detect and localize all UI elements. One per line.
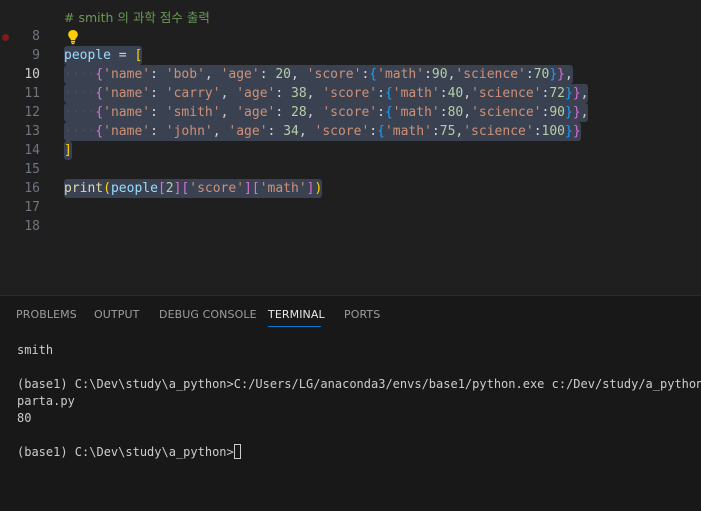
tab-terminal[interactable]: TERMINAL: [268, 308, 325, 321]
terminal-prompt: (base1) C:\Dev\study\a_python>: [17, 445, 234, 459]
string-token: 'age': [228, 124, 268, 139]
string-token: 'math': [377, 67, 425, 82]
bracket-token: ]: [64, 143, 72, 158]
string-token: 'name': [103, 105, 151, 120]
string-token: 'name': [103, 86, 151, 101]
number-token: 34: [283, 124, 299, 139]
bottom-panel: PROBLEMS OUTPUT DEBUG CONSOLE TERMINAL P…: [0, 295, 701, 511]
string-token: 'math': [392, 105, 440, 120]
string-token: 'age': [236, 105, 276, 120]
tab-problems[interactable]: PROBLEMS: [16, 308, 77, 321]
string-token: 'carry': [165, 86, 221, 101]
terminal-line: parta.py: [17, 394, 75, 408]
code-line-16[interactable]: 16: [0, 160, 701, 196]
code-line-9[interactable]: 9: [0, 27, 701, 63]
string-token: 'score': [322, 86, 378, 101]
line-number: 18: [24, 219, 40, 234]
terminal-cursor: [233, 444, 241, 459]
panel-tabs: PROBLEMS OUTPUT DEBUG CONSOLE TERMINAL P…: [0, 296, 701, 334]
string-token: 'smith': [165, 105, 221, 120]
string-token: 'math': [392, 86, 440, 101]
code-line-17[interactable]: 17 print(people[2]['score']['math']): [0, 179, 701, 215]
number-token: 20: [275, 67, 292, 82]
terminal-output[interactable]: smith (base1) C:\Dev\study\a_python>C:/U…: [17, 342, 701, 461]
code-line-11[interactable]: 11 ····{'name': 'bob', 'age': 20, 'score…: [0, 65, 701, 101]
code-line-8[interactable]: 8 # smith 의 과학 점수 출력: [0, 8, 701, 44]
number-token: 80: [447, 105, 464, 120]
number-token: 40: [447, 86, 464, 101]
string-token: 'age': [236, 86, 276, 101]
function-token: print: [64, 181, 104, 196]
terminal-line: 80: [17, 411, 32, 425]
string-token: 'score': [189, 181, 245, 196]
string-token: 'john': [165, 124, 213, 139]
operator-token: =: [110, 48, 135, 63]
string-token: 'math': [259, 181, 307, 196]
number-token: 2: [165, 181, 174, 196]
string-token: 'math': [384, 124, 432, 139]
lightbulb-icon[interactable]: [67, 29, 79, 45]
code-line-10[interactable]: 10 people = [: [0, 46, 701, 82]
bracket-token: [: [134, 48, 143, 63]
terminal-line: smith: [17, 343, 54, 357]
string-token: 'name': [103, 124, 151, 139]
code-line-13[interactable]: 13 ····{'name': 'smith', 'age': 28, 'sco…: [0, 103, 701, 139]
code-line-15[interactable]: 15 ]: [0, 141, 701, 177]
string-token: 'score': [314, 124, 370, 139]
variable-token: people: [64, 48, 111, 63]
code-line-14[interactable]: 14 ····{'name': 'john', 'age': 34, 'scor…: [0, 122, 701, 158]
number-token: 90: [549, 105, 565, 120]
variable-token: people: [110, 181, 158, 196]
tab-output[interactable]: OUTPUT: [94, 308, 139, 321]
string-token: 'science': [455, 67, 526, 82]
string-token: 'score': [306, 67, 362, 82]
terminal-prompt-line[interactable]: (base1) C:\Dev\study\a_python>: [17, 444, 697, 461]
code-line-18[interactable]: 18: [0, 198, 701, 234]
string-token: 'name': [103, 67, 151, 82]
number-token: 70: [533, 67, 550, 82]
number-token: 72: [549, 86, 565, 101]
string-token: 'science': [471, 105, 542, 120]
code-line-12[interactable]: 12 ····{'name': 'carry', 'age': 38, 'sco…: [0, 84, 701, 120]
number-token: 38: [291, 86, 307, 101]
tab-ports[interactable]: PORTS: [344, 308, 380, 321]
string-token: 'science': [471, 86, 542, 101]
number-token: 90: [431, 67, 448, 82]
string-token: 'score': [322, 105, 378, 120]
string-token: 'bob': [165, 67, 205, 82]
number-token: 28: [291, 105, 307, 120]
code-editor[interactable]: 8 # smith 의 과학 점수 출력 9 10 people = [ 11 …: [0, 0, 701, 295]
number-token: 75: [439, 124, 456, 139]
tab-debug-console[interactable]: DEBUG CONSOLE: [159, 308, 257, 321]
number-token: 100: [541, 124, 565, 139]
code-comment: # smith 의 과학 점수 출력: [64, 10, 210, 25]
string-token: 'age': [220, 67, 260, 82]
terminal-line: (base1) C:\Dev\study\a_python>C:/Users/L…: [17, 377, 701, 391]
string-token: 'science': [463, 124, 534, 139]
active-tab-indicator: [268, 326, 321, 327]
